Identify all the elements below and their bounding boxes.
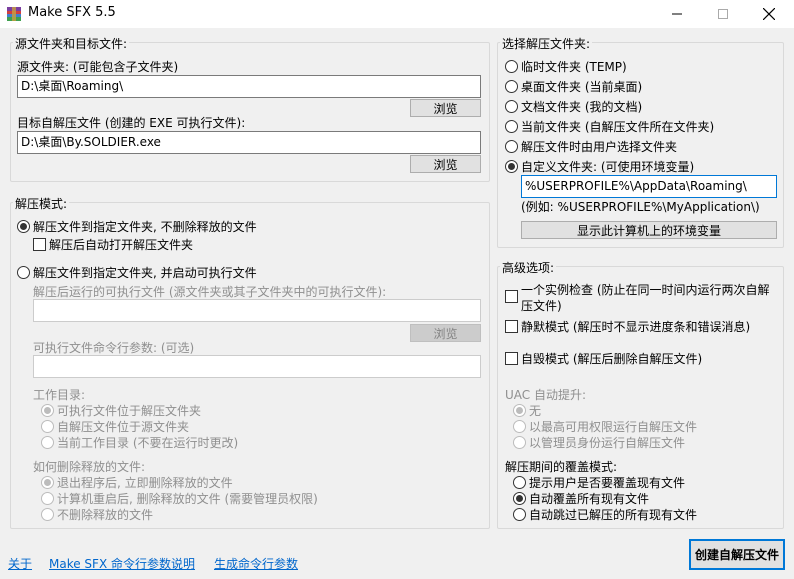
maximize-icon [718,9,728,19]
title-bar: Make SFX 5.5 [0,0,794,28]
self-delete-label: 自毁模式 (解压后删除自解压文件) [521,352,703,366]
folder-option-label: 自定义文件夹: (可使用环境变量) [521,160,695,174]
delete-option-label: 计算机重启后, 删除释放的文件 (需要管理员权限) [57,492,318,506]
about-link[interactable]: 关于 [8,555,32,572]
exe-label: 解压后运行的可执行文件 (源文件夹或其子文件夹中的可执行文件): [33,285,387,299]
overwrite-option-label: 自动覆盖所有现有文件 [529,492,650,506]
single-instance-label-cont: 压文件) [521,299,562,313]
create-sfx-button[interactable]: 创建自解压文件 [689,539,785,570]
self-delete-checkbox[interactable] [505,352,518,365]
folder-documents-radio[interactable] [505,100,518,113]
mode-extract-run-label: 解压文件到指定文件夹, 并启动可执行文件 [33,266,257,280]
browse-source-button[interactable]: 浏览 [410,99,481,117]
uac-option-label: 无 [529,404,542,418]
uac-label: UAC 自动提升: [505,388,587,402]
mode-extract-run-radio[interactable] [17,266,30,279]
workdir-option-radio[interactable] [41,404,54,417]
exe-input[interactable] [33,299,481,322]
auto-open-checkbox[interactable] [33,238,46,251]
folder-option-label: 临时文件夹 (TEMP) [521,60,627,74]
browse-exe-button[interactable]: 浏览 [410,324,481,342]
folder-user-select-radio[interactable] [505,140,518,153]
browse-target-button[interactable]: 浏览 [410,155,481,173]
workdir-option-radio[interactable] [41,420,54,433]
overwrite-option-label: 提示用户是否要覆盖现有文件 [529,476,686,490]
uac-option-label: 以最高可用权限运行自解压文件 [529,420,698,434]
uac-option-radio[interactable] [513,436,526,449]
folder-option-label: 文档文件夹 (我的文档) [521,100,643,114]
folder-option-label: 解压文件时由用户选择文件夹 [521,140,678,154]
delete-option-label: 退出程序后, 立即删除释放的文件 [57,476,233,490]
uac-option-radio[interactable] [513,404,526,417]
uac-option-radio[interactable] [513,420,526,433]
minimize-icon [672,13,682,15]
delete-option-radio[interactable] [41,476,54,489]
silent-mode-checkbox[interactable] [505,320,518,333]
uac-option-label: 以管理员身份运行自解压文件 [529,436,686,450]
generate-cmd-link[interactable]: 生成命令行参数 [214,555,298,572]
folder-option-label: 当前文件夹 (自解压文件所在文件夹) [521,120,715,134]
minimize-button[interactable] [654,0,700,28]
folder-option-label: 桌面文件夹 (当前桌面) [521,80,643,94]
close-icon [763,8,775,20]
overwrite-label: 解压期间的覆盖模式: [505,460,618,474]
overwrite-option-radio[interactable] [513,492,526,505]
single-instance-checkbox[interactable] [505,290,518,303]
mode-extract-only-label: 解压文件到指定文件夹, 不删除释放的文件 [33,220,257,234]
target-file-input[interactable]: D:\桌面\By.SOLDIER.exe [17,131,481,154]
overwrite-option-radio[interactable] [513,508,526,521]
group-title: 高级选项: [500,259,557,276]
params-label: 可执行文件命令行参数: (可选) [33,341,195,355]
delete-label: 如何删除释放的文件: [33,460,146,474]
workdir-option-label: 自解压文件位于源文件夹 [57,420,190,434]
silent-mode-label: 静默模式 (解压时不显示进度条和错误消息) [521,320,751,334]
workdir-option-radio[interactable] [41,436,54,449]
window-title: Make SFX 5.5 [28,5,116,20]
group-title: 解压模式: [13,195,70,212]
cmd-help-link[interactable]: Make SFX 命令行参数说明 [49,555,195,572]
target-file-label: 目标自解压文件 (创建的 EXE 可执行文件): [17,116,246,130]
group-title: 源文件夹和目标文件: [13,35,130,52]
delete-option-radio[interactable] [41,492,54,505]
show-env-vars-button[interactable]: 显示此计算机上的环境变量 [521,221,777,239]
group-title: 选择解压文件夹: [500,35,593,52]
workdir-label: 工作目录: [33,388,86,402]
workdir-option-label: 当前工作目录 (不要在运行时更改) [57,436,239,450]
workdir-option-label: 可执行文件位于解压文件夹 [57,404,202,418]
folder-custom-radio[interactable] [505,160,518,173]
params-input[interactable] [33,355,481,378]
folder-temp-radio[interactable] [505,60,518,73]
single-instance-label: 一个实例检查 (防止在同一时间内运行两次自解 [521,283,770,297]
maximize-button[interactable] [700,0,746,28]
winrar-app-icon [7,7,21,21]
custom-folder-example: (例如: %USERPROFILE%\MyApplication\) [521,200,760,214]
folder-desktop-radio[interactable] [505,80,518,93]
overwrite-option-label: 自动跳过已解压的所有现有文件 [529,508,698,522]
folder-current-radio[interactable] [505,120,518,133]
mode-extract-only-radio[interactable] [17,220,30,233]
source-folder-label: 源文件夹: (可能包含子文件夹) [17,60,179,74]
close-button[interactable] [746,0,792,28]
source-folder-input[interactable]: D:\桌面\Roaming\ [17,75,481,98]
delete-option-radio[interactable] [41,508,54,521]
delete-option-label: 不删除释放的文件 [57,508,154,522]
auto-open-label: 解压后自动打开解压文件夹 [49,238,194,252]
custom-folder-input[interactable]: %USERPROFILE%\AppData\Roaming\ [521,175,777,198]
overwrite-option-radio[interactable] [513,476,526,489]
